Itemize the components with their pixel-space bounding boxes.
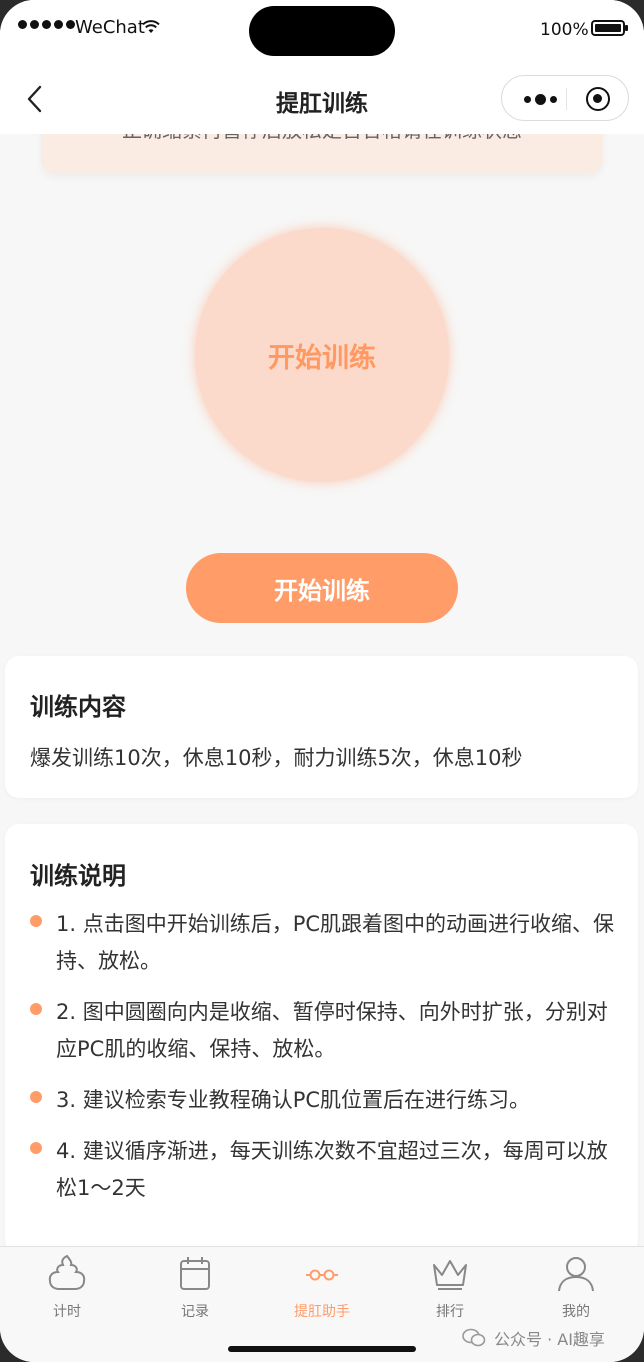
bullet-dot-icon (30, 1091, 42, 1103)
training-circle-label: 开始训练 (268, 342, 376, 374)
tab-kegel-assistant[interactable]: 提肛助手 (258, 1247, 386, 1327)
watermark: 公众号 · AI趣享 (462, 1326, 605, 1350)
link-icon (306, 1269, 338, 1281)
bullet-dot-icon (30, 1003, 42, 1015)
training-instructions-card: 训练说明 1. 点击图中开始训练后，PC肌跟着图中的动画进行收缩、保持、放松。 … (5, 824, 638, 1254)
close-icon[interactable] (586, 87, 610, 111)
poop-icon (48, 1254, 86, 1290)
carrier-name: WeChat (75, 17, 145, 38)
phone-screen: WeChat 100% 正确缩紧再暂停后放松是否合格请在训练状态 提肛训练 开始… (0, 0, 644, 1362)
training-content-card: 训练内容 爆发训练10次，休息10秒，耐力训练5次，休息10秒 (5, 656, 638, 798)
training-content-text: 爆发训练10次，休息10秒，耐力训练5次，休息10秒 (30, 746, 523, 770)
wifi-icon (142, 20, 160, 33)
training-content-title: 训练内容 (30, 693, 126, 721)
user-icon (558, 1257, 594, 1292)
more-icon[interactable] (516, 88, 564, 110)
tab-profile[interactable]: 我的 (512, 1247, 640, 1327)
training-instructions-title: 训练说明 (30, 862, 126, 890)
home-indicator (228, 1346, 416, 1352)
tab-timer[interactable]: 计时 (3, 1247, 131, 1327)
tab-records[interactable]: 记录 (131, 1247, 259, 1327)
wechat-icon (462, 1328, 486, 1347)
bullet-dot-icon (30, 1142, 42, 1154)
tab-ranking[interactable]: 排行 (386, 1247, 514, 1327)
calendar-icon (180, 1257, 210, 1290)
capsule-divider (566, 88, 567, 110)
nav-bar: 提肛训练 (0, 62, 644, 134)
camera-notch (249, 6, 395, 56)
watermark-text: 公众号 · AI趣享 (494, 1330, 605, 1349)
start-training-button[interactable]: 开始训练 (186, 553, 458, 623)
battery-icon (591, 20, 628, 36)
signal-icon (18, 20, 75, 29)
crown-icon (433, 1260, 467, 1290)
status-bar: WeChat 100% (0, 0, 644, 62)
mini-program-capsule (501, 75, 629, 121)
bullet-dot-icon (30, 915, 42, 927)
training-circle[interactable]: 开始训练 (195, 228, 449, 482)
battery-percent: 100% (540, 20, 589, 40)
